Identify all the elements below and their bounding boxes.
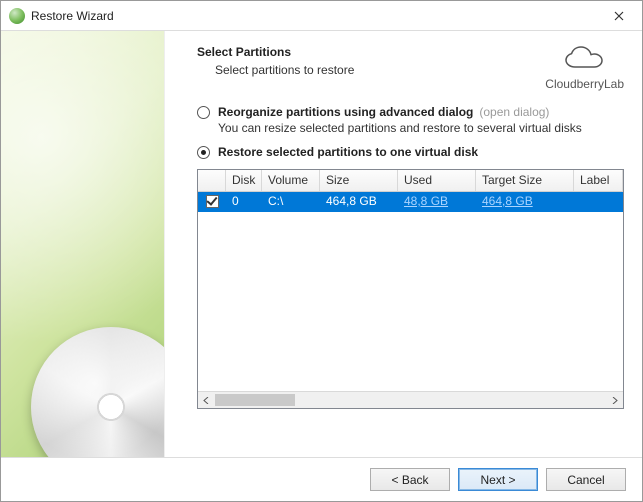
horizontal-scrollbar[interactable] <box>198 391 623 408</box>
cloud-icon <box>563 45 607 75</box>
scroll-right-button[interactable] <box>606 392 623 408</box>
col-size[interactable]: Size <box>320 170 398 191</box>
option-reorganize[interactable]: Reorganize partitions using advanced dia… <box>197 105 624 119</box>
cancel-button[interactable]: Cancel <box>546 468 626 491</box>
table-header: Disk Volume Size Used Target Size Label <box>198 170 623 192</box>
radio-reorganize[interactable] <box>197 106 210 119</box>
restore-wizard-window: Restore Wizard CloudberryLab Select Part… <box>0 0 643 502</box>
col-target[interactable]: Target Size <box>476 170 574 191</box>
option-restore-one[interactable]: Restore selected partitions to one virtu… <box>197 145 624 159</box>
cell-target[interactable]: 464,8 GB <box>476 192 574 212</box>
options-group: Reorganize partitions using advanced dia… <box>197 105 624 161</box>
partitions-table: Disk Volume Size Used Target Size Label … <box>197 169 624 409</box>
option-reorganize-hint[interactable]: (open dialog) <box>479 105 549 119</box>
option-restore-one-label: Restore selected partitions to one virtu… <box>218 145 478 159</box>
brand-logo: CloudberryLab <box>545 45 624 91</box>
cell-size: 464,8 GB <box>320 192 398 212</box>
col-used[interactable]: Used <box>398 170 476 191</box>
cell-volume: C:\ <box>262 192 320 212</box>
main-panel: CloudberryLab Select Partitions Select p… <box>165 31 642 457</box>
disc-icon <box>31 327 165 457</box>
app-icon <box>9 8 25 24</box>
table-row[interactable]: 0 C:\ 464,8 GB 48,8 GB 464,8 GB <box>198 192 623 212</box>
back-button[interactable]: < Back <box>370 468 450 491</box>
scroll-thumb[interactable] <box>215 394 295 406</box>
scroll-track[interactable] <box>215 392 606 408</box>
chevron-right-icon <box>611 397 618 404</box>
option-reorganize-desc: You can resize selected partitions and r… <box>218 121 624 135</box>
window-title: Restore Wizard <box>31 9 596 23</box>
row-checkbox[interactable] <box>206 195 219 208</box>
cell-used[interactable]: 48,8 GB <box>398 192 476 212</box>
body: CloudberryLab Select Partitions Select p… <box>1 31 642 457</box>
cell-label <box>574 192 623 212</box>
option-reorganize-label: Reorganize partitions using advanced dia… <box>218 105 473 119</box>
close-icon <box>614 11 624 21</box>
col-check[interactable] <box>198 170 226 191</box>
scroll-left-button[interactable] <box>198 392 215 408</box>
radio-restore-one[interactable] <box>197 146 210 159</box>
wizard-sidebar <box>1 31 165 457</box>
brand-text: CloudberryLab <box>545 77 624 91</box>
col-volume[interactable]: Volume <box>262 170 320 191</box>
title-bar: Restore Wizard <box>1 1 642 31</box>
col-label[interactable]: Label <box>574 170 623 191</box>
row-checkbox-cell[interactable] <box>198 192 226 212</box>
wizard-footer: < Back Next > Cancel <box>1 457 642 501</box>
table-body: 0 C:\ 464,8 GB 48,8 GB 464,8 GB <box>198 192 623 391</box>
col-disk[interactable]: Disk <box>226 170 262 191</box>
next-button[interactable]: Next > <box>458 468 538 491</box>
close-button[interactable] <box>596 1 642 31</box>
cell-disk: 0 <box>226 192 262 212</box>
chevron-left-icon <box>203 397 210 404</box>
